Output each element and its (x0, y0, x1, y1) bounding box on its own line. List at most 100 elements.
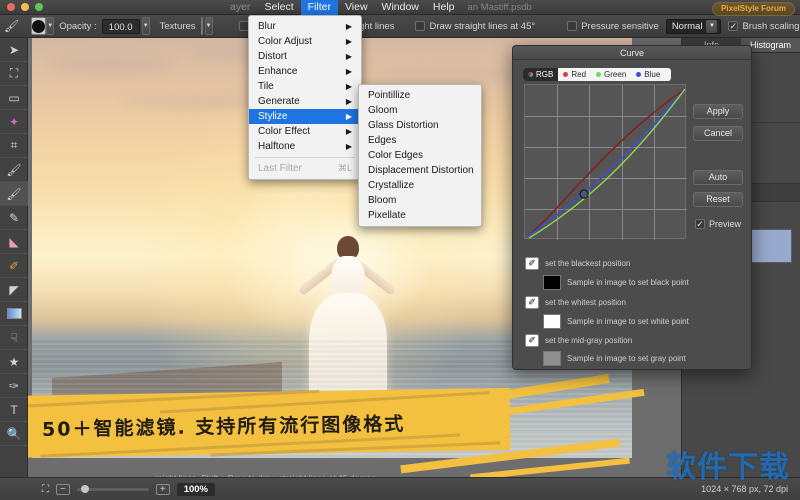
auto-button[interactable]: Auto (693, 170, 743, 185)
menu-item-generate[interactable]: Generate▶ (249, 94, 361, 109)
close-button[interactable] (7, 3, 15, 11)
channel-red[interactable]: Red (558, 68, 591, 81)
label: Color Effect (258, 125, 310, 138)
menu-select[interactable]: Select (257, 0, 300, 15)
menu-item-distort[interactable]: Distort▶ (249, 49, 361, 64)
shortcut: ⌘L (338, 162, 352, 175)
black-swatch[interactable] (543, 275, 561, 290)
menu-item-enhance[interactable]: Enhance▶ (249, 64, 361, 79)
paint-bucket-tool[interactable]: ◤ (0, 278, 28, 302)
label: Color Adjust (258, 35, 312, 48)
gray-point-sample-row[interactable]: Sample in image to set gray point (543, 351, 686, 366)
minimize-button[interactable] (21, 3, 29, 11)
preview-checkbox[interactable]: ✓ Preview (695, 219, 741, 229)
menu-help[interactable]: Help (426, 0, 462, 15)
white-swatch[interactable] (543, 314, 561, 329)
menu-item-pixellate[interactable]: Pixellate (359, 208, 481, 223)
menu-item-stylize[interactable]: Stylize▶ (249, 109, 361, 124)
eyedropper-tool[interactable]: ✐ (0, 254, 28, 278)
menu-item-crystallize[interactable]: Crystallize (359, 178, 481, 193)
eyedropper-icon[interactable]: ✐ (525, 257, 539, 270)
channel-blue[interactable]: Blue (631, 68, 665, 81)
rect-select-tool[interactable]: ▭ (0, 86, 28, 110)
channel-rgb[interactable]: RGB (523, 68, 558, 81)
black-point-title: set the blackest position (545, 259, 630, 268)
eyedropper-icon[interactable]: ✐ (525, 296, 539, 309)
texture-chevron-icon[interactable]: ▼ (205, 17, 213, 35)
menu-item-tile[interactable]: Tile▶ (249, 79, 361, 94)
menu-window[interactable]: Window (375, 0, 426, 15)
blend-mode-select[interactable]: Normal ▼ (666, 19, 722, 34)
window-controls (0, 3, 43, 11)
texture-swatch[interactable] (201, 17, 203, 35)
zoom-level[interactable]: 100% (177, 483, 215, 496)
gray-point-picker-row[interactable]: ✐ set the mid-gray position (525, 334, 632, 347)
reset-button[interactable]: Reset (693, 192, 743, 207)
draw-45-checkbox[interactable]: Draw straight lines at 45° (415, 21, 535, 32)
magic-wand-tool[interactable]: ✦ (0, 110, 28, 134)
menu-item-glass-distortion[interactable]: Glass Distortion (359, 118, 481, 133)
shape-tool[interactable]: ★ (0, 350, 28, 374)
menu-item-blur[interactable]: Blur▶ (249, 19, 361, 34)
transform-tool[interactable]: ⛶ (0, 62, 28, 86)
menu-item-pointillize[interactable]: Pointillize (359, 88, 481, 103)
submenu-arrow-icon: ▶ (346, 95, 352, 108)
menu-view[interactable]: View (338, 0, 375, 15)
pencil-tool[interactable]: ✎ (0, 206, 28, 230)
menu-item-displacement-distortion[interactable]: Displacement Distortion (359, 163, 481, 178)
path-tool[interactable]: ✑ (0, 374, 28, 398)
label: RGB (536, 68, 553, 81)
eraser-tool[interactable]: ◣ (0, 230, 28, 254)
pixelstyle-forum-button[interactable]: PixelStyle Forum (712, 2, 795, 16)
black-point-sample-row[interactable]: Sample in image to set black point (543, 275, 689, 290)
maximize-button[interactable] (35, 3, 43, 11)
menu-item-halftone[interactable]: Halftone▶ (249, 139, 361, 154)
zoom-in-button[interactable]: + (156, 484, 170, 495)
menu-item-edges[interactable]: Edges (359, 133, 481, 148)
brush-preset-chevron-icon[interactable]: ▼ (46, 17, 54, 35)
brush-tool[interactable]: 🖌 (0, 182, 28, 206)
menu-item-color-adjust[interactable]: Color Adjust▶ (249, 34, 361, 49)
curve-graph[interactable] (524, 84, 686, 239)
label: Blur (258, 20, 276, 33)
brush-scaling-checkbox[interactable]: ✓ Brush scaling (728, 21, 799, 32)
opacity-chevron-icon[interactable]: ▼ (142, 17, 150, 35)
checkbox-box-icon (415, 21, 425, 31)
opacity-input[interactable]: 100.0 (102, 19, 140, 34)
blend-mode-value: Normal (672, 21, 703, 32)
menu-item-color-edges[interactable]: Color Edges (359, 148, 481, 163)
chevron-down-icon[interactable]: ▼ (706, 20, 717, 33)
brush-preview[interactable] (31, 17, 46, 35)
channel-green[interactable]: Green (591, 68, 631, 81)
white-point-picker-row[interactable]: ✐ set the whitest position (525, 296, 626, 309)
text-tool[interactable]: T (0, 398, 28, 422)
cancel-button[interactable]: Cancel (693, 126, 743, 141)
smudge-tool[interactable]: ☟ (0, 326, 28, 350)
curve-dialog-title: Curve (513, 46, 751, 60)
eyedropper-icon[interactable]: ✐ (525, 334, 539, 347)
paintbrush-tool[interactable]: 🖌 (0, 158, 28, 182)
zoom-slider-knob[interactable] (81, 485, 89, 493)
fit-to-screen-icon[interactable]: ⛶ (42, 484, 49, 495)
menu-item-gloom[interactable]: Gloom (359, 103, 481, 118)
menu-item-bloom[interactable]: Bloom (359, 193, 481, 208)
zoom-out-button[interactable]: − (56, 484, 70, 495)
crop-tool[interactable]: ⌗ (0, 134, 28, 158)
apply-button[interactable]: Apply (693, 104, 743, 119)
zoom-tool[interactable]: 🔍 (0, 422, 28, 446)
black-point-picker-row[interactable]: ✐ set the blackest position (525, 257, 630, 270)
pressure-sensitive-checkbox[interactable]: Pressure sensitive (567, 21, 659, 32)
menu-layer[interactable]: ayer (223, 0, 257, 15)
stylize-submenu: Pointillize Gloom Glass Distortion Edges… (358, 84, 482, 227)
tools-palette: ➤ ⛶ ▭ ✦ ⌗ 🖌 🖌 ✎ ◣ ✐ ◤ ☟ ★ ✑ T 🔍 (0, 38, 28, 477)
submenu-arrow-icon: ▶ (346, 125, 352, 138)
menu-item-color-effect[interactable]: Color Effect ▶ (249, 124, 361, 139)
zoom-slider[interactable] (77, 488, 149, 491)
white-point-title: set the whitest position (545, 298, 626, 307)
menu-filter[interactable]: Filter (301, 0, 338, 15)
white-point-sample-row[interactable]: Sample in image to set white point (543, 314, 689, 329)
gray-swatch[interactable] (543, 351, 561, 366)
gradient-tool[interactable] (0, 302, 28, 326)
move-tool[interactable]: ➤ (0, 38, 28, 62)
brush-scaling-label: Brush scaling (742, 21, 799, 32)
